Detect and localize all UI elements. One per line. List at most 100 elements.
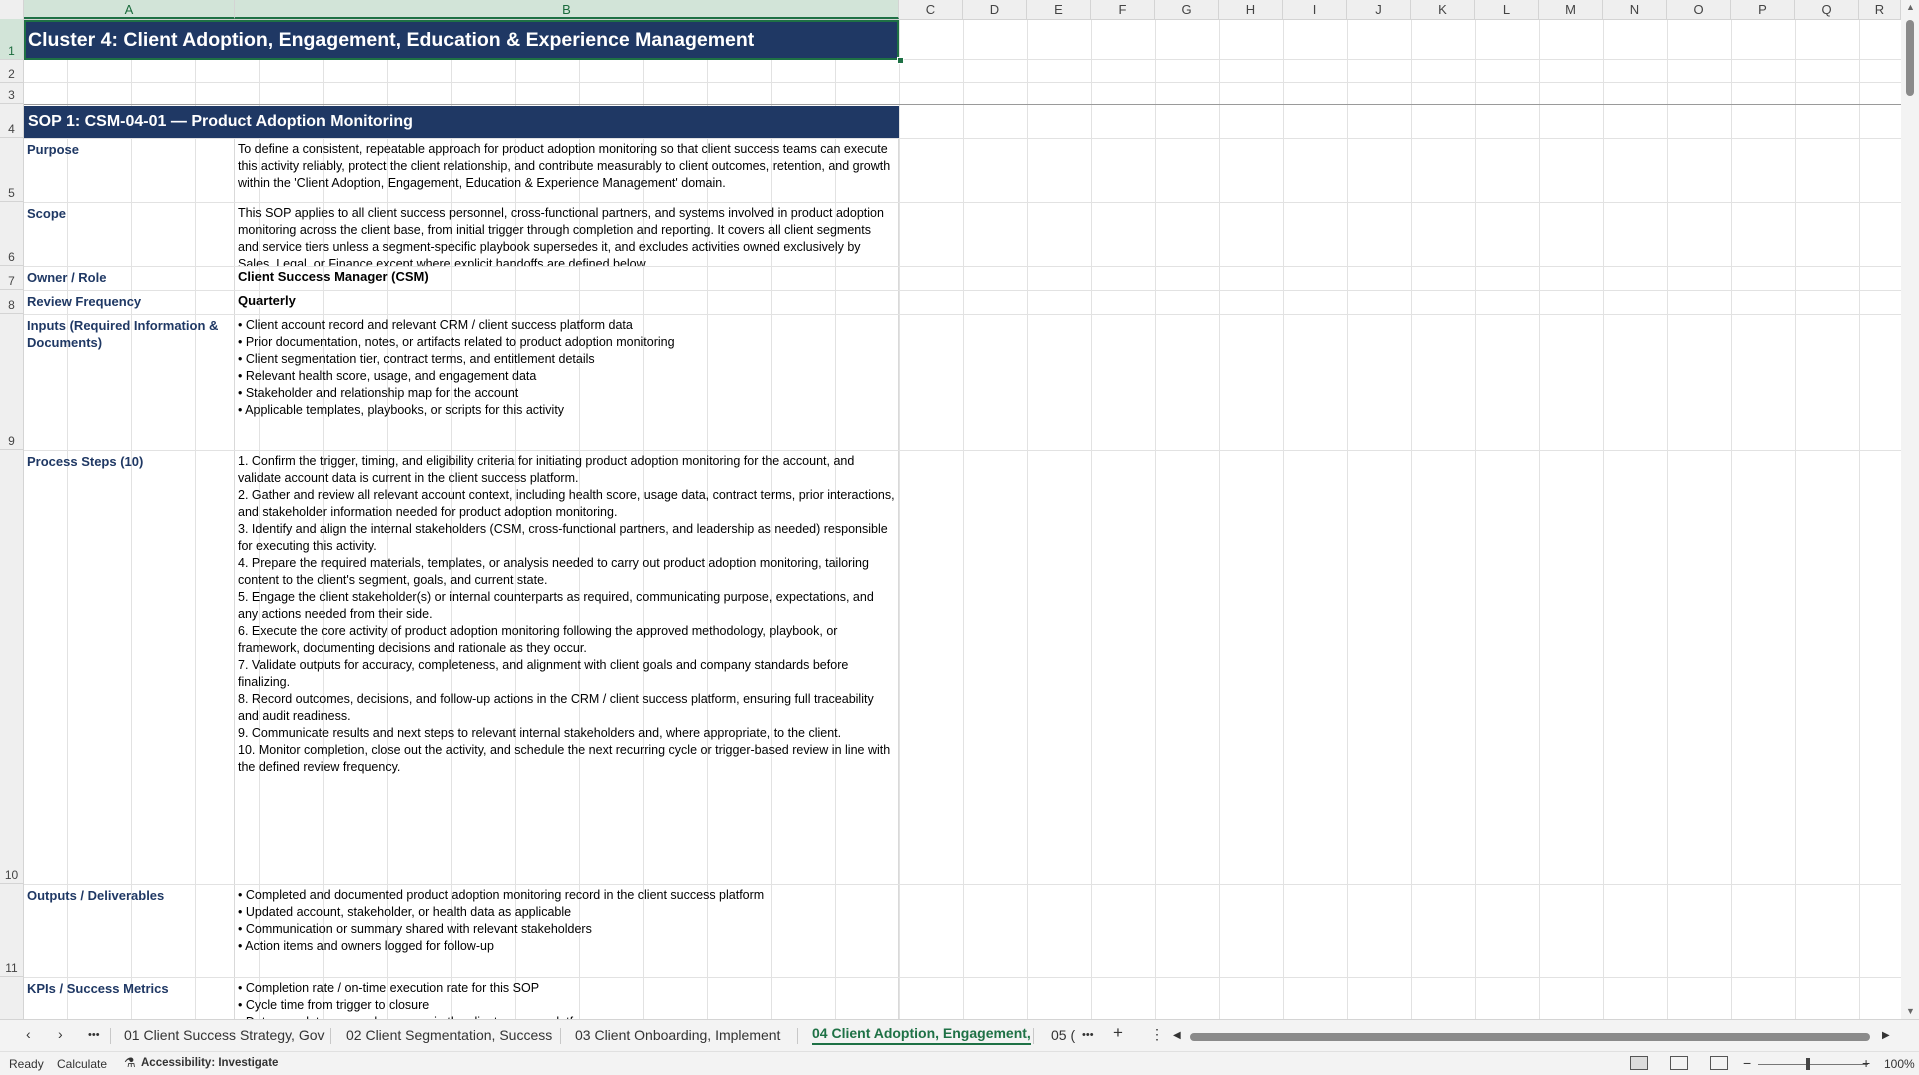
field-label-review-frequency[interactable]: Review Frequency [24,291,235,314]
row-header-6[interactable]: 6 [0,202,23,266]
sheet-tab-05[interactable]: 05 ( [1051,1027,1075,1043]
zoom-out-icon[interactable]: − [1743,1055,1751,1071]
zoom-slider-track[interactable] [1758,1064,1868,1065]
column-header-l[interactable]: L [1475,0,1539,19]
field-value-process-steps[interactable]: 1. Confirm the trigger, timing, and elig… [235,451,899,884]
row-header-9[interactable]: 9 [0,314,23,450]
row-header-3[interactable]: 3 [0,83,23,104]
field-value-inputs[interactable]: • Client account record and relevant CRM… [235,315,899,450]
calculate-button[interactable]: Calculate [57,1057,107,1071]
zoom-slider-knob[interactable] [1806,1058,1810,1070]
column-header-b[interactable]: B [235,0,899,19]
spreadsheet-grid[interactable]: Cluster 4: Client Adoption, Engagement, … [24,20,1901,1019]
sheet-menu-icon[interactable]: ⋮ [1150,1026,1164,1043]
row-header-4[interactable]: 4 [0,104,23,138]
column-header-j[interactable]: J [1347,0,1411,19]
field-label-scope[interactable]: Scope [24,203,235,266]
field-value-purpose[interactable]: To define a consistent, repeatable appro… [235,139,899,202]
status-ready: Ready [9,1057,44,1071]
column-header-c[interactable]: C [899,0,963,19]
status-bar: Ready Calculate ⚗ Accessibility: Investi… [0,1051,1919,1075]
column-header-o[interactable]: O [1667,0,1731,19]
column-header-g[interactable]: G [1155,0,1219,19]
horizontal-scroll-thumb[interactable] [1190,1033,1870,1041]
column-header-k[interactable]: K [1411,0,1475,19]
prev-sheet-icon[interactable]: ‹ [26,1026,31,1042]
column-header-d[interactable]: D [963,0,1027,19]
column-header-f[interactable]: F [1091,0,1155,19]
row-number: 8 [8,298,15,312]
tab-separator [110,1028,111,1044]
vertical-scrollbar[interactable]: ▲ ▼ [1901,0,1919,1019]
zoom-in-icon[interactable]: + [1862,1055,1870,1071]
row-header-2[interactable]: 2 [0,60,23,83]
tab-separator [560,1028,561,1044]
row-header-5[interactable]: 5 [0,138,23,202]
grid-row-4: SOP 1: CSM-04-01 — Product Adoption Moni… [24,105,1901,139]
column-header-a[interactable]: A [24,0,235,19]
column-header-i[interactable]: I [1283,0,1347,19]
accessibility-icon[interactable]: ⚗ [124,1055,136,1071]
row-number: 9 [8,434,15,448]
field-label-outputs[interactable]: Outputs / Deliverables [24,885,235,977]
row-number: 1 [8,44,15,58]
row-header-bar: 1 2 3 4 5 6 7 8 9 10 11 [0,19,24,1019]
field-label-purpose[interactable]: Purpose [24,139,235,202]
column-header-q[interactable]: Q [1795,0,1859,19]
select-all-corner[interactable] [0,0,24,19]
row-header-7[interactable]: 7 [0,266,23,290]
row-number: 11 [5,961,18,975]
field-label-process-steps[interactable]: Process Steps (10) [24,451,235,884]
next-sheet-icon[interactable]: › [58,1026,63,1042]
row-header-11[interactable]: 11 [0,884,23,977]
column-header-n[interactable]: N [1603,0,1667,19]
field-label-inputs[interactable]: Inputs (Required Information & Documents… [24,315,235,450]
accessibility-status[interactable]: Accessibility: Investigate [141,1057,278,1069]
sheet-tab-04-active[interactable]: 04 Client Adoption, Engagement, [812,1025,1031,1045]
add-sheet-icon[interactable]: + [1113,1023,1123,1043]
vertical-scroll-thumb[interactable] [1906,20,1914,96]
zoom-level[interactable]: 100% [1884,1057,1915,1071]
more-sheets-right-icon[interactable]: ••• [1082,1029,1094,1041]
field-label-kpis[interactable]: KPIs / Success Metrics [24,978,235,1019]
field-value-scope[interactable]: This SOP applies to all client success p… [235,203,899,266]
scroll-down-icon[interactable]: ▼ [1906,1006,1915,1016]
row-header-1[interactable]: 1 [0,19,23,60]
column-header-bar: A B C D E F G H I J K L M N O P Q R [0,0,1919,20]
column-header-h[interactable]: H [1219,0,1283,19]
row-number: 2 [8,67,15,81]
scroll-up-icon[interactable]: ▲ [1906,2,1915,12]
column-header-r[interactable]: R [1859,0,1901,19]
sheet-tab-01[interactable]: 01 Client Success Strategy, Gov [124,1027,325,1043]
row-number: 7 [8,274,15,288]
column-header-p[interactable]: P [1731,0,1795,19]
column-header-e[interactable]: E [1027,0,1091,19]
scroll-left-icon[interactable]: ◀ [1173,1030,1181,1041]
column-header-m[interactable]: M [1539,0,1603,19]
scroll-right-icon[interactable]: ▶ [1882,1030,1890,1041]
row-number: 10 [4,868,19,882]
row-number: 3 [8,88,15,102]
field-label-owner[interactable]: Owner / Role [24,267,235,290]
field-value-outputs[interactable]: • Completed and documented product adopt… [235,885,899,977]
sheet-tab-02[interactable]: 02 Client Segmentation, Success [346,1027,552,1043]
page-layout-view-icon[interactable] [1670,1056,1688,1070]
sheet-tab-03[interactable]: 03 Client Onboarding, Implement [575,1027,780,1043]
grid-row-process-steps: Process Steps (10) 1. Confirm the trigge… [24,451,1901,885]
row-header-10[interactable]: 10 [0,450,23,884]
more-sheets-left-icon[interactable]: ••• [88,1029,100,1041]
row-number: 4 [8,122,15,136]
grid-row-kpis: KPIs / Success Metrics • Completion rate… [24,978,1901,1019]
cluster-title-cell[interactable]: Cluster 4: Client Adoption, Engagement, … [24,20,899,60]
field-value-owner[interactable]: Client Success Manager (CSM) [235,267,899,290]
grid-row-scope: Scope This SOP applies to all client suc… [24,203,1901,267]
tab-separator [797,1028,798,1044]
normal-view-icon[interactable] [1630,1056,1648,1070]
field-value-review-frequency[interactable]: Quarterly [235,291,899,314]
page-break-view-icon[interactable] [1710,1056,1728,1070]
tab-separator [1033,1028,1034,1044]
grid-row-3 [24,83,1901,105]
field-value-kpis[interactable]: • Completion rate / on-time execution ra… [235,978,899,1019]
sop-header-cell[interactable]: SOP 1: CSM-04-01 — Product Adoption Moni… [24,106,899,138]
row-header-8[interactable]: 8 [0,290,23,314]
